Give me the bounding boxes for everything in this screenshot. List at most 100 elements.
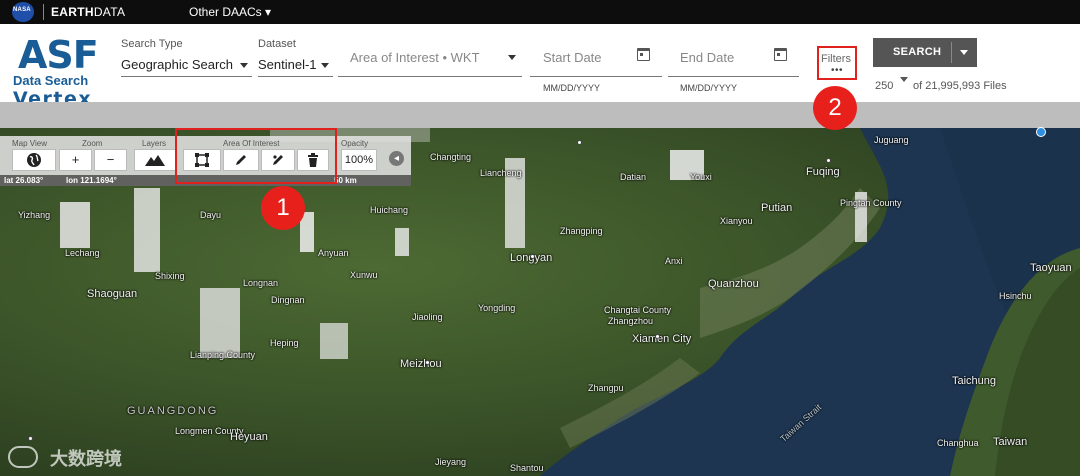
map-label: Datian	[620, 172, 647, 182]
calendar-icon[interactable]	[774, 48, 787, 61]
map-label: Changhua	[937, 438, 979, 448]
map-label: Zhangpu	[588, 383, 624, 393]
map-label: Lianping County	[190, 350, 256, 360]
opacity-label: Opacity	[341, 139, 369, 148]
city-marker	[28, 436, 33, 441]
map-label: Changting	[430, 152, 472, 162]
chevron-down-icon: ▾	[265, 5, 272, 19]
map-label: Yongding	[478, 303, 516, 313]
chevron-down-icon	[240, 63, 248, 68]
start-date-input[interactable]: Start Date	[543, 50, 602, 65]
map-label: Yizhang	[18, 210, 51, 220]
search-button[interactable]: SEARCH	[873, 38, 977, 67]
watermark-text: 大数跨境	[50, 449, 122, 469]
map-label: Juguang	[874, 135, 909, 145]
asf-vertex-logo[interactable]: ASF Data Search Vertex	[0, 24, 117, 109]
end-date-underline	[668, 76, 799, 77]
callout-2: 2	[813, 86, 857, 130]
chevron-down-icon	[900, 77, 908, 82]
map-label: Putian	[761, 202, 793, 214]
map-label: Longnan	[243, 278, 279, 288]
map-label: Lechang	[65, 248, 100, 258]
longitude-readout: lon 121.1694°	[66, 176, 117, 185]
chevron-down-icon	[321, 63, 329, 68]
map-label: Xunwu	[350, 270, 378, 280]
map-label: Liancheng	[480, 168, 522, 178]
location-marker[interactable]	[1036, 127, 1046, 137]
map-label: Fuqing	[806, 166, 840, 178]
end-date-input[interactable]: End Date	[680, 50, 734, 65]
map-label: Zhangzhou	[608, 316, 654, 326]
header-bottom-strip	[0, 102, 1080, 128]
nasa-logo[interactable]: NASA	[12, 2, 34, 22]
map-label: Changtai County	[604, 305, 672, 315]
search-type-underline	[121, 76, 252, 77]
dataset-underline	[258, 76, 333, 77]
map-label: Quanzhou	[708, 278, 759, 290]
map-label: Shaoguan	[87, 288, 138, 300]
search-type-select[interactable]: Geographic Search	[121, 57, 233, 72]
city-marker	[655, 334, 660, 339]
aoi-underline	[338, 76, 522, 77]
start-date-underline	[530, 76, 662, 77]
map-label: Zhangping	[560, 226, 603, 236]
search-type-label: Search Type	[121, 38, 183, 50]
city-marker	[425, 360, 430, 365]
map-label: Xianyou	[720, 216, 753, 226]
map-label: Jiaoling	[412, 312, 443, 322]
map-label: Hsinchu	[999, 291, 1032, 301]
map-label: Huichang	[370, 205, 409, 215]
map-label: Anxi	[665, 256, 683, 266]
file-count: of 21,995,993 Files	[913, 80, 1007, 92]
map-label: Anyuan	[318, 248, 349, 258]
map-label: Pingtan County	[840, 198, 902, 208]
topbar-divider	[43, 4, 44, 20]
map-label: Shixing	[155, 271, 185, 281]
map-label: Dayu	[200, 210, 222, 220]
map-label: Shantou	[510, 463, 544, 473]
city-marker	[577, 140, 582, 145]
earthdata-brand[interactable]: EARTHDATA	[51, 5, 125, 19]
aoi-wkt-input[interactable]: Area of Interest • WKT	[350, 50, 480, 65]
end-date-hint: MM/DD/YYYY	[680, 83, 738, 93]
city-marker	[530, 254, 535, 259]
aoi-tools-highlight	[175, 128, 337, 184]
filters-button[interactable]: Filters	[821, 53, 851, 65]
collapse-toolbar-icon[interactable]: ◂	[389, 151, 404, 166]
dataset-select[interactable]: Sentinel-1	[258, 57, 317, 72]
zoom-out-button[interactable]: −	[94, 149, 127, 171]
map-label: Taoyuan	[1030, 262, 1072, 274]
map-view-button[interactable]	[12, 149, 56, 171]
latitude-readout: lat 26.083°	[4, 176, 44, 185]
start-date-hint: MM/DD/YYYY	[543, 83, 601, 93]
map-label: Heping	[270, 338, 299, 348]
watermark-logo	[8, 446, 38, 468]
chevron-down-icon	[508, 55, 516, 60]
more-icon: •••	[831, 65, 844, 76]
max-results-select[interactable]: 250	[875, 80, 893, 92]
layers-label: Layers	[142, 139, 167, 148]
map-view-label: Map View	[12, 139, 47, 148]
opacity-input[interactable]: 100%	[341, 149, 377, 171]
callout-1: 1	[261, 186, 305, 230]
city-marker	[826, 158, 831, 163]
map-label: Youxi	[690, 172, 712, 182]
map-label: Meizhou	[400, 358, 442, 370]
calendar-icon[interactable]	[637, 48, 650, 61]
map-label: Jieyang	[435, 457, 467, 467]
region-label: GUANGDONG	[127, 405, 219, 417]
scale-readout: 50 km	[334, 176, 357, 185]
map-label: Xiamen City	[632, 333, 692, 345]
globe-icon	[27, 153, 41, 167]
other-daacs-menu[interactable]: Other DAACs ▾	[189, 5, 271, 19]
dataset-label: Dataset	[258, 38, 296, 50]
map-label: Dingnan	[271, 295, 305, 305]
search-button-divider	[951, 42, 952, 63]
chevron-down-icon[interactable]	[960, 50, 968, 55]
layers-button[interactable]	[134, 149, 176, 171]
zoom-in-button[interactable]: +	[59, 149, 92, 171]
map-label: Taichung	[952, 375, 997, 387]
mountains-icon	[145, 155, 165, 166]
top-bar: NASA EARTHDATA Other DAACs ▾	[0, 0, 1080, 24]
map-label: Heyuan	[230, 431, 268, 443]
